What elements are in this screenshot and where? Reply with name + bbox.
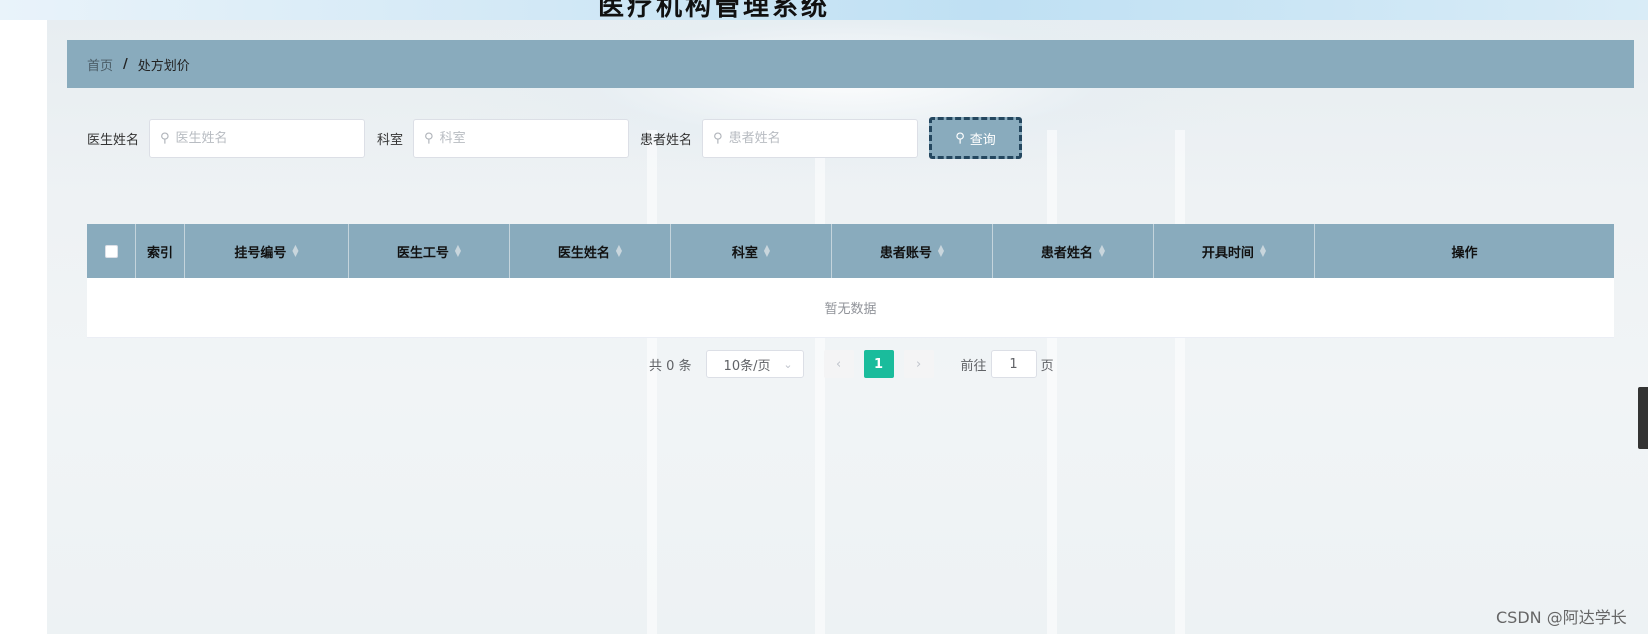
goto-page-input[interactable]: 1 bbox=[990, 350, 1037, 378]
query-button-label: 查询 bbox=[969, 132, 996, 148]
patient-name-label: 患者姓名 bbox=[640, 132, 693, 148]
breadcrumb-current: 处方划价 bbox=[137, 58, 190, 74]
breadcrumb-separator: / bbox=[123, 56, 128, 72]
search-icon: ⚲ bbox=[955, 130, 965, 146]
goto-label: 前往 bbox=[960, 358, 987, 374]
total-count: 共 0 条 bbox=[649, 358, 692, 374]
column-header-patient-name[interactable]: 患者姓名 ▲ ▼ bbox=[993, 224, 1154, 278]
breadcrumb-home[interactable]: 首页 bbox=[87, 55, 113, 74]
search-icon: ⚲ bbox=[713, 130, 723, 146]
column-header-registration-no[interactable]: 挂号编号 ▲ ▼ bbox=[185, 224, 349, 278]
doctor-name-field[interactable]: ⚲ bbox=[149, 118, 366, 158]
sort-icon[interactable]: ▲ ▼ bbox=[938, 244, 944, 258]
prescription-table: 索引 挂号编号 ▲ ▼ 医生工号 ▲ ▼ 医生姓名 ▲ ▼ 科室 ▲ ▼ 患者账号 ▲ ▼… bbox=[87, 224, 1614, 338]
table-body-empty: 暂无数据 bbox=[87, 278, 1614, 338]
page-number-button[interactable]: 1 bbox=[863, 350, 894, 378]
department-field[interactable]: ⚲ bbox=[413, 118, 630, 158]
breadcrumb: 首页 / 处方划价 bbox=[67, 40, 1634, 88]
doctor-name-label: 医生姓名 bbox=[87, 132, 140, 148]
doctor-name-input[interactable] bbox=[175, 130, 346, 146]
sort-icon[interactable]: ▲ ▼ bbox=[455, 244, 461, 258]
sort-icon[interactable]: ▲ ▼ bbox=[764, 244, 770, 258]
page-size-select[interactable]: 10条/页 ⌄ bbox=[705, 350, 804, 378]
patient-name-field[interactable]: ⚲ bbox=[702, 118, 919, 158]
pagination: 共 0 条 10条/页 ⌄ ‹ 1 › 前往 1 页 bbox=[649, 350, 1054, 378]
patient-name-input[interactable] bbox=[728, 130, 899, 146]
sort-icon[interactable]: ▲ ▼ bbox=[1260, 244, 1266, 258]
chevron-down-icon: ⌄ bbox=[783, 357, 793, 371]
department-input[interactable] bbox=[439, 130, 610, 146]
page-unit-label: 页 bbox=[1040, 358, 1054, 374]
column-header-issue-time[interactable]: 开具时间 ▲ ▼ bbox=[1154, 224, 1315, 278]
empty-text: 暂无数据 bbox=[824, 302, 877, 317]
sort-icon[interactable]: ▲ ▼ bbox=[616, 244, 622, 258]
chevron-right-icon: › bbox=[915, 356, 922, 372]
sort-icon[interactable]: ▲ ▼ bbox=[1099, 244, 1105, 258]
prev-page-button[interactable]: ‹ bbox=[823, 350, 854, 378]
table-header: 索引 挂号编号 ▲ ▼ 医生工号 ▲ ▼ 医生姓名 ▲ ▼ 科室 ▲ ▼ 患者账号 ▲ ▼… bbox=[87, 224, 1614, 278]
scrollbar-thumb[interactable] bbox=[1638, 387, 1648, 449]
system-title: 医疗机构管理系统 bbox=[598, 0, 831, 20]
select-all-checkbox[interactable] bbox=[104, 244, 118, 258]
search-icon: ⚲ bbox=[424, 130, 434, 146]
select-all-cell bbox=[87, 224, 136, 278]
top-banner: 医疗机构管理系统 bbox=[0, 0, 1648, 20]
column-header-index: 索引 bbox=[136, 224, 185, 278]
column-header-patient-account[interactable]: 患者账号 ▲ ▼ bbox=[832, 224, 993, 278]
column-header-actions: 操作 bbox=[1451, 245, 1478, 261]
sort-icon[interactable]: ▲ ▼ bbox=[292, 244, 298, 258]
watermark: CSDN @阿达学长 bbox=[1496, 608, 1627, 627]
column-header-doctor-id[interactable]: 医生工号 ▲ ▼ bbox=[349, 224, 510, 278]
chevron-left-icon: ‹ bbox=[835, 356, 842, 372]
search-icon: ⚲ bbox=[160, 130, 170, 146]
next-page-button[interactable]: › bbox=[903, 350, 934, 378]
column-header-department[interactable]: 科室 ▲ ▼ bbox=[671, 224, 832, 278]
search-form: 医生姓名 ⚲ 科室 ⚲ 患者姓名 ⚲ ⚲ 查询 bbox=[87, 117, 1023, 159]
query-button[interactable]: ⚲ 查询 bbox=[929, 117, 1023, 159]
department-label: 科室 bbox=[377, 132, 404, 148]
column-header-doctor-name[interactable]: 医生姓名 ▲ ▼ bbox=[510, 224, 671, 278]
